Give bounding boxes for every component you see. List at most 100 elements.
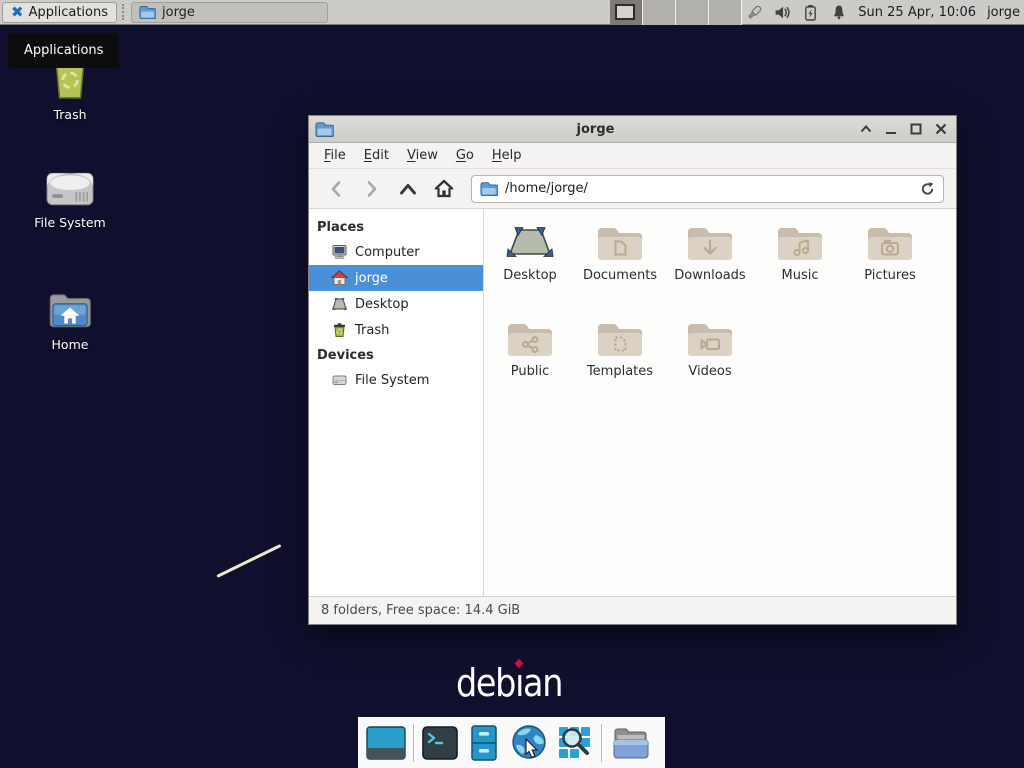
path-bar[interactable]: /home/jorge/ <box>471 175 944 203</box>
folder-music-icon <box>776 223 824 263</box>
folder-public-icon <box>506 319 554 359</box>
input-device-icon[interactable] <box>746 4 763 21</box>
panel-username[interactable]: jorge <box>987 5 1020 20</box>
sidebar-item-jorge[interactable]: jorge <box>309 265 483 291</box>
applications-menu-label: Applications <box>29 5 108 20</box>
folder-videos-icon <box>686 319 734 359</box>
applications-menu-button[interactable]: ✖ Applications <box>2 2 117 23</box>
menu-go[interactable]: Go <box>447 144 483 167</box>
file-item-label: Public <box>511 364 549 379</box>
places-sidebar: Places Computer jorge <box>309 209 484 596</box>
sidebar-item-label: File System <box>355 373 429 388</box>
dock-separator <box>601 724 602 762</box>
file-item-music[interactable]: Music <box>755 221 845 317</box>
directory-menu-icon[interactable] <box>609 724 651 762</box>
user-home-icon <box>331 270 348 286</box>
dock-separator <box>413 724 414 762</box>
menu-view[interactable]: View <box>398 144 447 167</box>
taskbar-window-button[interactable]: jorge <box>131 2 328 23</box>
desktop-icon-file-system[interactable]: File System <box>28 166 112 230</box>
file-item-label: Documents <box>583 268 657 283</box>
file-item-pictures[interactable]: Pictures <box>845 221 935 317</box>
sidebar-item-label: Trash <box>355 323 389 338</box>
status-text: 8 folders, Free space: 14.4 GiB <box>321 603 520 618</box>
desktop-icon-label: File System <box>28 215 112 230</box>
menu-file[interactable]: File <box>315 144 355 167</box>
sidebar-item-desktop[interactable]: Desktop <box>309 291 483 317</box>
volume-icon[interactable] <box>774 4 791 21</box>
workspace-switcher[interactable] <box>610 0 742 25</box>
dock-panel <box>358 717 665 768</box>
taskbar-window-label: jorge <box>162 5 195 20</box>
toolbar: /home/jorge/ <box>309 169 956 209</box>
xfce-applications-icon: ✖ <box>11 5 24 20</box>
sidebar-item-label: Computer <box>355 245 420 260</box>
path-folder-icon <box>480 181 498 196</box>
file-view[interactable]: Desktop Documents Downloads <box>484 209 956 596</box>
reload-icon[interactable] <box>920 181 935 197</box>
trash-icon <box>331 322 348 338</box>
file-manager-window: jorge File Edit View Go Help <box>308 115 957 625</box>
forward-button[interactable] <box>357 174 387 204</box>
file-item-desktop[interactable]: Desktop <box>485 221 575 317</box>
file-item-documents[interactable]: Documents <box>575 221 665 317</box>
home-folder-icon <box>28 288 112 332</box>
maximize-button[interactable] <box>907 120 925 138</box>
home-button[interactable] <box>429 174 459 204</box>
panel-clock[interactable]: Sun 25 Apr, 10:06 <box>858 5 976 20</box>
window-title: jorge <box>334 122 857 137</box>
terminal-icon[interactable] <box>421 725 459 761</box>
file-item-public[interactable]: Public <box>485 317 575 413</box>
file-cabinet-icon[interactable] <box>466 724 502 762</box>
file-item-label: Videos <box>688 364 731 379</box>
sidebar-item-computer[interactable]: Computer <box>309 239 483 265</box>
menubar: File Edit View Go Help <box>309 143 956 169</box>
folder-downloads-icon <box>686 223 734 263</box>
menu-edit[interactable]: Edit <box>355 144 398 167</box>
file-item-label: Downloads <box>674 268 745 283</box>
workspace-4[interactable] <box>709 0 742 25</box>
stray-desktop-line <box>216 544 281 578</box>
application-finder-icon[interactable] <box>556 724 594 762</box>
top-panel: ✖ Applications jorge <box>0 0 1024 25</box>
minimize-button[interactable] <box>882 120 900 138</box>
desktop-icon <box>506 223 554 263</box>
folder-templates-icon <box>596 319 644 359</box>
desktop-icon <box>331 296 348 312</box>
sidebar-item-label: jorge <box>355 271 388 286</box>
show-desktop-icon[interactable] <box>366 725 406 761</box>
desktop-icon-label: Trash <box>28 107 112 122</box>
computer-icon <box>331 244 348 260</box>
menu-help[interactable]: Help <box>483 144 531 167</box>
sidebar-item-trash[interactable]: Trash <box>309 317 483 343</box>
titlebar[interactable]: jorge <box>309 116 956 143</box>
file-item-downloads[interactable]: Downloads <box>665 221 755 317</box>
battery-charging-icon[interactable] <box>802 4 819 21</box>
panel-handle[interactable] <box>122 4 126 20</box>
folder-documents-icon <box>596 223 644 263</box>
workspace-3[interactable] <box>676 0 709 25</box>
sidebar-item-file-system[interactable]: File System <box>309 367 483 393</box>
notifications-bell-icon[interactable] <box>830 4 847 21</box>
debian-logo: debıan <box>456 661 562 705</box>
sidebar-header-places: Places <box>309 215 483 239</box>
shade-button[interactable] <box>857 120 875 138</box>
up-button[interactable] <box>393 174 423 204</box>
window-folder-icon <box>315 121 334 137</box>
debian-logo-text: deb <box>456 661 515 705</box>
sidebar-item-label: Desktop <box>355 297 409 312</box>
desktop-icon-label: Home <box>28 337 112 352</box>
workspace-1[interactable] <box>610 0 643 25</box>
workspace-2[interactable] <box>643 0 676 25</box>
back-button[interactable] <box>321 174 351 204</box>
folder-pictures-icon <box>866 223 914 263</box>
web-browser-icon[interactable] <box>509 723 549 763</box>
file-item-templates[interactable]: Templates <box>575 317 665 413</box>
desktop-icon-home[interactable]: Home <box>28 288 112 352</box>
file-item-videos[interactable]: Videos <box>665 317 755 413</box>
path-text[interactable]: /home/jorge/ <box>505 181 913 196</box>
close-button[interactable] <box>932 120 950 138</box>
workspace-window-preview <box>615 4 635 20</box>
statusbar: 8 folders, Free space: 14.4 GiB <box>309 596 956 624</box>
folder-icon <box>139 5 156 19</box>
